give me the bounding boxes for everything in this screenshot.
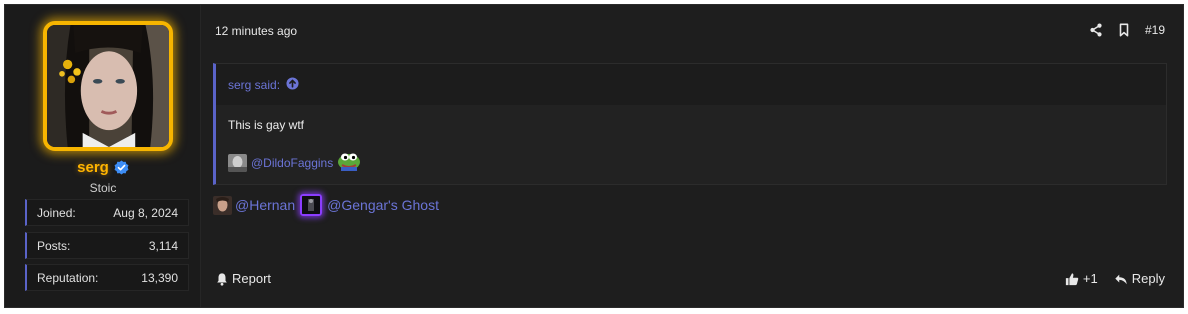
quote-mention: @DildoFaggins <box>228 151 361 174</box>
report-button[interactable]: Report <box>215 271 271 286</box>
quote-block: serg said: This is gay wtf @DildoFaggins <box>213 63 1167 185</box>
quote-header: serg said: <box>216 64 1166 105</box>
like-button[interactable]: +1 <box>1065 271 1098 286</box>
thumbs-up-icon <box>1065 272 1079 286</box>
reply-button[interactable]: Reply <box>1114 271 1165 286</box>
verified-badge-icon <box>114 160 129 175</box>
quote-attribution[interactable]: serg said: <box>228 78 280 92</box>
like-count: +1 <box>1082 271 1098 286</box>
post-timestamp[interactable]: 12 minutes ago <box>215 24 297 38</box>
post-main: 12 minutes ago #19 serg said: This is ga… <box>201 5 1183 307</box>
stat-reputation: Reputation: 13,390 <box>25 264 189 291</box>
stat-value: 13,390 <box>141 270 178 285</box>
stat-value: 3,114 <box>148 238 178 253</box>
avatar-image <box>47 25 169 147</box>
stat-joined: Joined: Aug 8, 2024 <box>25 199 189 226</box>
mention-gengar[interactable]: @Gengar's Ghost <box>327 197 439 213</box>
stat-label: Posts: <box>37 238 71 253</box>
post-footer-actions: +1 Reply <box>1065 271 1165 286</box>
post-number[interactable]: #19 <box>1145 23 1165 37</box>
quote-text: This is gay wtf <box>228 118 305 132</box>
stat-posts: Posts: 3,114 <box>25 232 189 259</box>
pepe-frog-icon <box>337 151 361 174</box>
mention-avatar-gengar <box>300 194 323 216</box>
arrow-up-circle-icon[interactable] <box>286 76 299 93</box>
post-mentions: @Hernan @Gengar's Ghost <box>213 194 439 216</box>
mention-avatar-hernan <box>213 195 232 215</box>
user-title: Stoic <box>89 181 117 195</box>
stat-label: Reputation: <box>37 270 99 285</box>
username-row: serg <box>5 159 201 176</box>
user-avatar[interactable] <box>43 21 173 151</box>
share-icon[interactable] <box>1089 23 1103 37</box>
bookmark-icon[interactable] <box>1117 23 1131 37</box>
username[interactable]: serg <box>77 159 109 176</box>
stat-value: Aug 8, 2024 <box>113 205 178 220</box>
stat-label: Joined: <box>37 205 76 220</box>
forum-post: serg Stoic Joined: Aug 8, 2024 Posts: 3,… <box>4 4 1184 308</box>
mention-hernan[interactable]: @Hernan <box>235 197 295 213</box>
user-sidebar: serg Stoic Joined: Aug 8, 2024 Posts: 3,… <box>5 5 201 307</box>
report-label: Report <box>232 271 272 286</box>
reply-label: Reply <box>1131 271 1165 286</box>
bell-icon <box>215 272 229 286</box>
reply-icon <box>1114 272 1128 286</box>
mention-link[interactable]: @DildoFaggins <box>251 156 333 170</box>
post-top-actions: #19 <box>1089 23 1165 37</box>
mention-avatar <box>228 153 247 172</box>
